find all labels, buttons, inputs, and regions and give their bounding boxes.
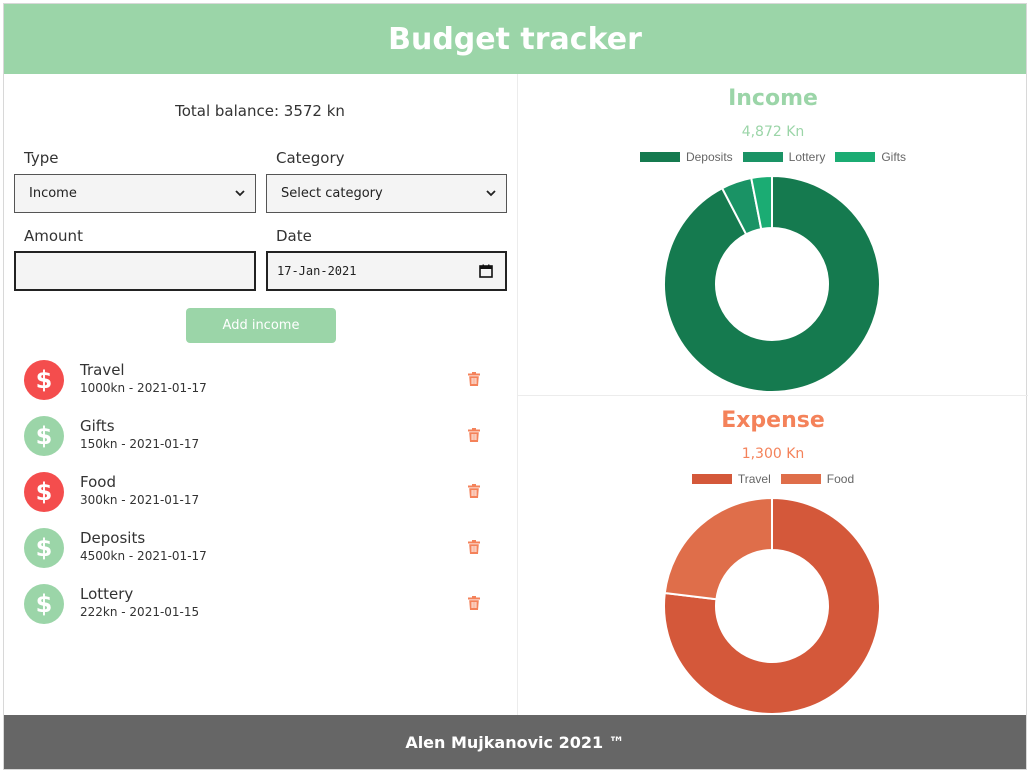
income-title: Income [728, 86, 818, 111]
type-label: Type [24, 149, 59, 167]
list-item: $ Lottery 222kn - 2021-01-15 [24, 584, 484, 628]
legend-item[interactable]: Food [780, 472, 855, 486]
dollar-icon: $ [24, 472, 64, 512]
legend-label: Gifts [881, 150, 907, 164]
list-item: $ Travel 1000kn - 2021-01-17 [24, 360, 484, 404]
trash-icon[interactable] [468, 372, 480, 386]
charts-panel: Income 4,872 Kn Deposits Lottery Gifts Exp… [517, 74, 1028, 716]
list-item: $ Gifts 150kn - 2021-01-17 [24, 416, 484, 460]
trash-icon[interactable] [468, 596, 480, 610]
category-select-value: Select category [281, 186, 383, 201]
list-item: $ Deposits 4500kn - 2021-01-17 [24, 528, 484, 572]
amount-label: Amount [24, 227, 83, 245]
footer-text: Alen Mujkanovic 2021 ™ [405, 732, 625, 752]
donut-slice-food[interactable] [663, 496, 773, 601]
app-title: Budget tracker [388, 21, 642, 57]
legend-item[interactable]: Gifts [835, 150, 906, 164]
dollar-icon: $ [24, 360, 64, 400]
app-frame: Budget tracker Total balance: 3572 kn Ty… [3, 3, 1028, 770]
date-label: Date [276, 227, 312, 245]
transaction-name: Travel [80, 361, 125, 379]
legend-label: Deposits [685, 150, 733, 164]
transactions-panel: Total balance: 3572 kn Type Income Categ… [4, 74, 516, 716]
legend-label: Travel [737, 472, 771, 486]
income-legend: Deposits Lottery Gifts [518, 150, 1028, 164]
expense-legend: Travel Food [518, 472, 1028, 486]
category-label: Category [276, 149, 345, 167]
app-footer: Alen Mujkanovic 2021 ™ [4, 715, 1026, 769]
transaction-meta: 300kn - 2021-01-17 [80, 493, 200, 507]
date-input-value: 17-Jan-2021 [277, 264, 357, 278]
transaction-meta: 222kn - 2021-01-15 [80, 605, 200, 619]
transaction-meta: 1000kn - 2021-01-17 [80, 381, 207, 395]
legend-swatch [639, 152, 680, 162]
expense-chart-card: Expense 1,300 Kn Travel Food [518, 395, 1028, 716]
list-item: $ Food 300kn - 2021-01-17 [24, 472, 484, 516]
chevron-down-icon [235, 190, 245, 197]
legend-swatch [742, 152, 783, 162]
legend-swatch [835, 152, 876, 162]
transaction-name: Gifts [80, 417, 115, 435]
legend-label: Food [826, 472, 855, 486]
type-select-value: Income [29, 186, 77, 201]
transaction-meta: 150kn - 2021-01-17 [80, 437, 200, 451]
transaction-name: Lottery [80, 585, 134, 603]
calendar-icon[interactable] [479, 264, 493, 278]
legend-swatch [780, 474, 821, 484]
trash-icon[interactable] [468, 428, 480, 442]
legend-item[interactable]: Lottery [742, 150, 826, 164]
date-input[interactable]: 17-Jan-2021 [266, 251, 507, 291]
add-income-button[interactable]: Add income [186, 308, 336, 343]
expense-total: 1,300 Kn [741, 446, 805, 462]
trash-icon[interactable] [468, 484, 480, 498]
income-total: 4,872 Kn [741, 124, 805, 140]
legend-item[interactable]: Deposits [639, 150, 733, 164]
dollar-icon: $ [24, 528, 64, 568]
dollar-icon: $ [24, 416, 64, 456]
transaction-name: Deposits [80, 529, 146, 547]
dollar-icon: $ [24, 584, 64, 624]
legend-label: Lottery [788, 150, 826, 164]
app-header: Budget tracker [4, 4, 1026, 74]
legend-swatch [691, 474, 732, 484]
legend-item[interactable]: Travel [691, 472, 771, 486]
expense-title: Expense [721, 408, 825, 433]
amount-input[interactable] [14, 251, 256, 291]
trash-icon[interactable] [468, 540, 480, 554]
type-select[interactable]: Income [14, 174, 256, 213]
total-balance: Total balance: 3572 kn [175, 102, 345, 120]
category-select[interactable]: Select category [266, 174, 507, 213]
transaction-name: Food [80, 473, 116, 491]
expense-donut-chart [663, 496, 881, 715]
chevron-down-icon [486, 190, 496, 197]
transaction-meta: 4500kn - 2021-01-17 [80, 549, 207, 563]
income-donut-chart [663, 174, 881, 393]
income-chart-card: Income 4,872 Kn Deposits Lottery Gifts [518, 74, 1028, 395]
